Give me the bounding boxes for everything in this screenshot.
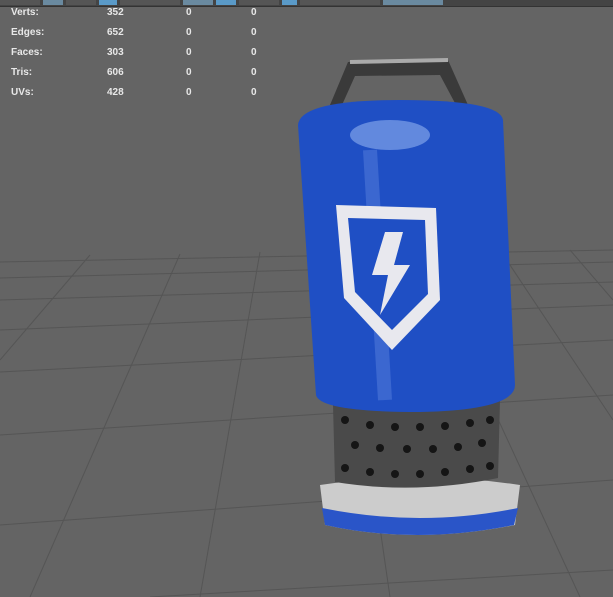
stat-selected: 0 [186, 7, 192, 18]
ground-grid [0, 249, 613, 597]
hud-row-edges: Edges: 652 0 0 [11, 27, 271, 47]
stat-selected: 0 [186, 87, 192, 98]
stat-selected: 0 [186, 67, 192, 78]
stat-label: Edges: [11, 27, 45, 38]
stat-total: 606 [107, 67, 124, 78]
stat-total: 652 [107, 27, 124, 38]
stat-uv: 0 [251, 67, 257, 78]
stat-selected: 0 [186, 47, 192, 58]
stat-selected: 0 [186, 27, 192, 38]
stat-label: Faces: [11, 47, 43, 58]
stat-uv: 0 [251, 87, 257, 98]
stat-label: Tris: [11, 67, 33, 78]
stat-total: 352 [107, 7, 124, 18]
hud-row-faces: Faces: 303 0 0 [11, 47, 271, 67]
stat-uv: 0 [251, 47, 257, 58]
hud-row-tris: Tris: 606 0 0 [11, 67, 271, 87]
stat-total: 303 [107, 47, 124, 58]
stat-uv: 0 [251, 27, 257, 38]
stat-uv: 0 [251, 7, 257, 18]
hud-row-uvs: UVs: 428 0 0 [11, 87, 271, 107]
battery-model [298, 58, 520, 535]
stat-total: 428 [107, 87, 124, 98]
stat-label: Verts: [11, 7, 39, 18]
stat-label: UVs: [11, 87, 34, 98]
hud-row-verts: Verts: 352 0 0 [11, 7, 271, 27]
poly-count-hud: Verts: 352 0 0 Edges: 652 0 0 Faces: 303 0 0 Tris… [11, 7, 271, 107]
